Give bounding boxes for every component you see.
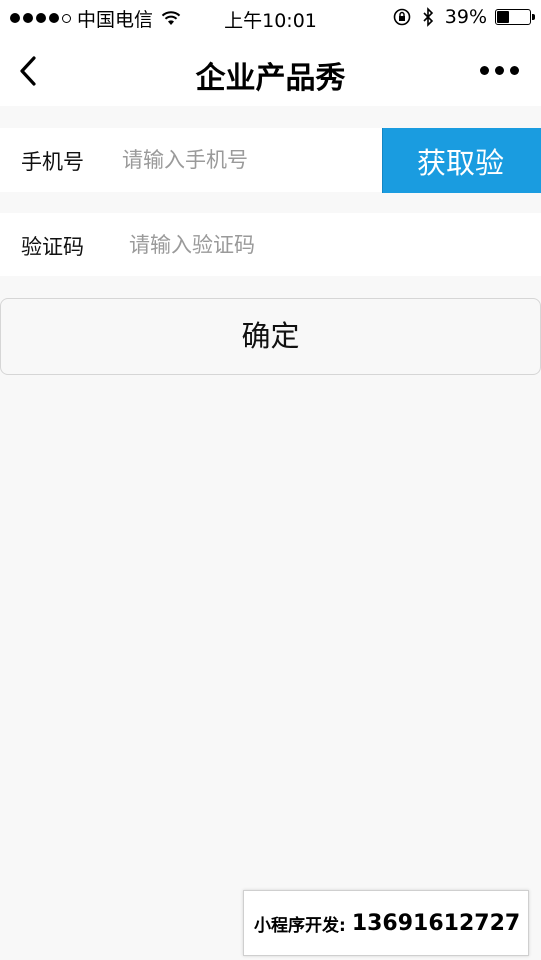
code-row: 验证码	[0, 213, 541, 276]
get-code-button[interactable]: 获取验	[382, 128, 541, 193]
code-input[interactable]	[127, 227, 431, 263]
rotation-lock-icon	[393, 8, 411, 26]
battery-icon	[495, 9, 535, 25]
code-label: 验证码	[21, 235, 84, 259]
nav-bar: 企业产品秀	[0, 36, 541, 106]
battery-percentage: 39%	[444, 6, 487, 28]
more-dot	[510, 66, 519, 75]
bluetooth-icon	[423, 7, 433, 27]
status-bar: 中国电信 上午10:01 39%	[0, 0, 541, 36]
more-dots-icon[interactable]	[480, 66, 519, 75]
watermark-number: 13691612727	[351, 910, 521, 936]
phone-label: 手机号	[21, 150, 84, 174]
confirm-button[interactable]: 确定	[0, 298, 541, 375]
watermark-label: 小程序开发:	[254, 915, 346, 936]
phone-input[interactable]	[120, 142, 374, 178]
more-dot	[495, 66, 504, 75]
developer-watermark: 小程序开发: 13691612727	[243, 890, 529, 956]
status-right: 39%	[393, 6, 535, 28]
battery-fill	[497, 11, 509, 23]
battery-nub	[532, 14, 535, 20]
page-title: 企业产品秀	[195, 61, 346, 96]
more-dot	[480, 66, 489, 75]
